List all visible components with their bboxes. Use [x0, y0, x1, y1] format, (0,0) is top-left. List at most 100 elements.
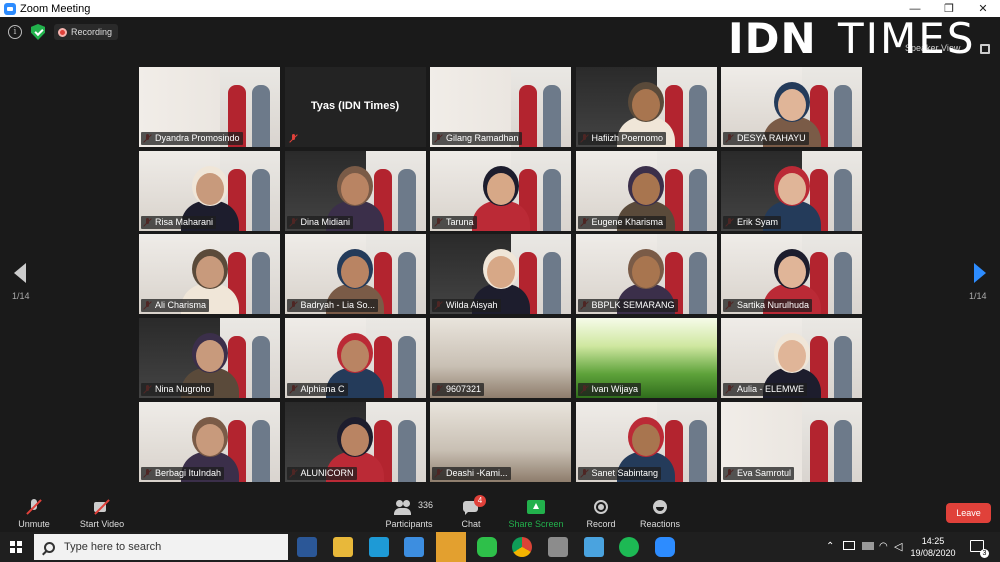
- participant-tile[interactable]: Dina Midiani: [284, 150, 426, 231]
- participant-head: [195, 256, 224, 289]
- poster-figure: [834, 85, 852, 147]
- participant-tile[interactable]: Taruna: [430, 150, 571, 231]
- participant-tile[interactable]: Sartika Nurulhuda: [721, 234, 862, 315]
- clock-date: 19/08/2020: [910, 548, 956, 558]
- participant-tile[interactable]: Wilda Aisyah: [430, 234, 571, 315]
- participant-tile[interactable]: Aulia - ELEMWE: [721, 318, 862, 399]
- taskbar-clock[interactable]: 14:25 19/08/2020: [908, 535, 958, 559]
- participant-head: [486, 172, 515, 205]
- participant-tile[interactable]: Hafiizh Poernomo: [575, 67, 717, 147]
- tray-chevron-up-icon[interactable]: ⌃: [826, 541, 834, 552]
- participant-tile[interactable]: Eugene Kharisma: [575, 150, 717, 231]
- participant-tile[interactable]: ALUNICORN: [284, 401, 426, 482]
- watermark-logo-times: TIMES: [838, 14, 976, 63]
- fullscreen-icon[interactable]: [980, 44, 990, 54]
- poster-figure: [688, 252, 707, 315]
- participant-tile[interactable]: BBPLK SEMARANG: [575, 234, 717, 315]
- participant-name: Ali Charisma: [141, 299, 210, 313]
- meeting-info-icon[interactable]: i: [8, 25, 22, 39]
- participant-tile[interactable]: Ali Charisma: [139, 234, 280, 315]
- participant-tile[interactable]: Berbagi ItuIndah: [139, 401, 280, 482]
- participant-head: [341, 172, 369, 205]
- participant-tile[interactable]: Sanet Sabintang: [575, 401, 717, 482]
- poster-figure: [543, 252, 561, 315]
- windows-start-icon[interactable]: [10, 541, 22, 553]
- participant-tile[interactable]: Badryah - Lia So...: [284, 234, 426, 315]
- taskbar-search[interactable]: [34, 534, 288, 560]
- line-app-icon[interactable]: [477, 537, 497, 557]
- store-app-icon[interactable]: [404, 537, 424, 557]
- participant-name: Taruna: [432, 215, 477, 229]
- participant-tile[interactable]: Deashi -Kami...: [430, 401, 571, 482]
- participants-icon: [393, 498, 411, 516]
- participant-name: Eugene Kharisma: [577, 215, 667, 229]
- participant-head: [195, 172, 224, 205]
- start-video-button[interactable]: Start Video: [80, 494, 124, 532]
- unmute-label: Unmute: [18, 519, 50, 529]
- participant-tile[interactable]: 9607321: [430, 318, 571, 399]
- leave-button[interactable]: Leave: [946, 503, 991, 523]
- clock-time: 14:25: [921, 536, 945, 546]
- reactions-button[interactable]: Reactions: [640, 494, 680, 532]
- poster-figure: [688, 85, 707, 147]
- recording-indicator[interactable]: Recording: [54, 24, 119, 40]
- participant-tile[interactable]: Erik Syam: [721, 150, 862, 231]
- participant-name: ALUNICORN: [286, 466, 357, 480]
- participant-tile[interactable]: Nina Nugroho: [139, 318, 280, 399]
- zoom-taskbar-icon[interactable]: [655, 537, 675, 557]
- record-label: Record: [586, 519, 616, 529]
- taskbar-search-input[interactable]: [64, 541, 264, 553]
- previous-page-arrow-icon[interactable]: [14, 263, 26, 283]
- app-icon-blue[interactable]: [584, 537, 604, 557]
- participant-tile[interactable]: Alphiana C: [284, 318, 426, 399]
- network-icon[interactable]: [862, 542, 874, 550]
- search-icon: [44, 541, 55, 553]
- wifi-icon[interactable]: ◠: [879, 541, 888, 552]
- next-page-arrow-icon[interactable]: [974, 263, 986, 283]
- participant-tile[interactable]: Dyandra Promosindo: [139, 67, 280, 147]
- participant-name: Nina Nugroho: [141, 383, 214, 397]
- l-app-icon[interactable]: [369, 537, 389, 557]
- participant-head: [486, 256, 515, 289]
- poster-figure: [397, 419, 416, 482]
- participant-tile[interactable]: Gilang Ramadhan: [430, 67, 571, 147]
- chrome-icon[interactable]: [512, 537, 532, 557]
- participant-name: Risa Maharani: [141, 215, 217, 229]
- battery-icon[interactable]: [843, 541, 855, 550]
- muted-mic-icon: [289, 134, 298, 143]
- poster-figure: [252, 336, 270, 399]
- sticky-notes-icon[interactable]: [436, 532, 466, 562]
- participant-tile[interactable]: Risa Maharani: [139, 150, 280, 231]
- participant-name: Wilda Aisyah: [432, 299, 501, 313]
- reactions-label: Reactions: [639, 519, 681, 529]
- participant-tile[interactable]: DESYA RAHAYU: [721, 67, 862, 147]
- window-title: Zoom Meeting: [20, 2, 91, 15]
- share-screen-button[interactable]: Share Screen: [508, 494, 564, 532]
- unmute-button[interactable]: Unmute: [17, 494, 51, 532]
- poster-figure: [543, 85, 561, 147]
- record-button[interactable]: Record: [586, 494, 616, 532]
- poster-figure: [543, 168, 561, 231]
- participant-head: [777, 172, 806, 205]
- participant-tile[interactable]: Ivan Wijaya: [575, 318, 717, 399]
- volume-icon[interactable]: ◁: [894, 540, 902, 553]
- paint-app-icon[interactable]: [548, 537, 568, 557]
- poster-figure: [252, 252, 270, 315]
- participant-tile[interactable]: Eva Samrotul: [721, 401, 862, 482]
- poster-figure: [834, 336, 852, 399]
- poster-figure: [252, 419, 270, 482]
- participant-name: Berbagi ItuIndah: [141, 466, 225, 480]
- poster-figure: [397, 168, 416, 231]
- spotify-icon[interactable]: [619, 537, 639, 557]
- participant-tile[interactable]: Tyas (IDN Times): [284, 67, 426, 147]
- participant-head: [777, 89, 806, 121]
- word-app-icon[interactable]: [297, 537, 317, 557]
- encryption-shield-icon[interactable]: [31, 24, 45, 40]
- participant-name: Deashi -Kami...: [432, 466, 511, 480]
- participant-head: [341, 256, 369, 289]
- participant-name: Alphiana C: [286, 383, 348, 397]
- file-explorer-icon[interactable]: [333, 537, 353, 557]
- participant-name: Sanet Sabintang: [577, 466, 662, 480]
- participant-video: [471, 169, 530, 231]
- participant-name: Eva Samrotul: [723, 466, 795, 480]
